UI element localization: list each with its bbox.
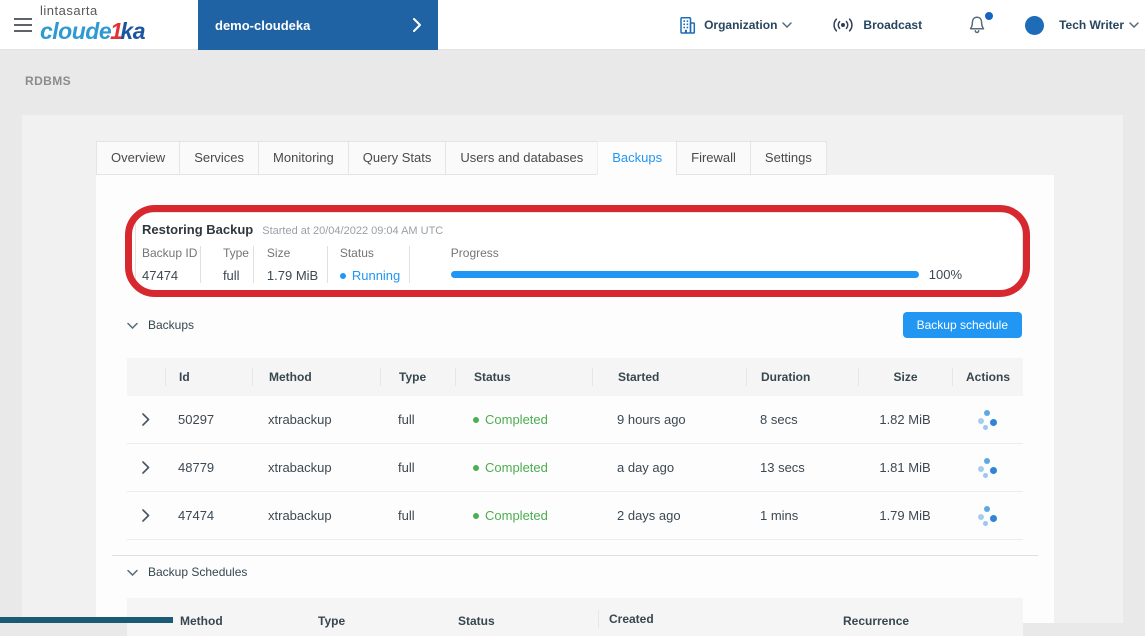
schedules-section-title: Backup Schedules [148,565,248,579]
backup-size: 1.82 MiB [879,412,931,427]
progress-bar [450,271,919,278]
tab-firewall[interactable]: Firewall [676,141,751,175]
notifications-button[interactable] [967,12,994,38]
restoring-field-backup-id: Backup ID 47474 [142,246,201,283]
chevron-right-icon [413,18,421,32]
status-dot [339,272,346,279]
backup-started: 2 days ago [617,508,681,523]
schedules-collapse-toggle[interactable]: Backup Schedules [127,565,247,579]
status-badge: Completed [455,412,592,427]
backup-type: full [398,508,415,523]
backup-method: xtrabackup [268,508,332,523]
tab-overview[interactable]: Overview [96,141,181,175]
brand-logo: lintasarta cloude1ka [40,3,146,44]
backup-duration: 1 mins [760,508,799,523]
user-avatar [1025,15,1045,35]
backup-type: full [398,412,415,427]
chevron-down-icon [127,569,138,576]
row-actions-icon[interactable] [977,505,998,527]
backup-id: 48779 [178,460,215,475]
restoring-field-type: Type full [201,246,254,283]
tab-bar: Overview Services Monitoring Query Stats… [96,141,827,175]
tab-settings[interactable]: Settings [749,141,827,175]
backup-size: 1.81 MiB [879,460,931,475]
top-header: lintasarta cloude1ka demo-cloudeka Organ… [0,0,1145,50]
backup-duration: 13 secs [760,460,805,475]
backup-id: 50297 [178,412,215,427]
notification-dot-badge [985,12,994,20]
backup-schedule-button[interactable]: Backup schedule [902,312,1022,338]
expand-column-header [127,368,165,386]
tab-monitoring[interactable]: Monitoring [258,141,349,175]
backup-duration: 8 secs [760,412,798,427]
backups-table: Id Method Type Status Started Duration S… [127,358,1023,540]
row-expand-chevron-icon[interactable] [127,413,165,426]
backup-method: xtrabackup [268,460,332,475]
organization-label: Organization [704,18,778,32]
status-dot [473,416,479,423]
status-dot [473,464,479,471]
user-name: Tech Writer [1059,18,1124,32]
backup-size: 1.79 MiB [879,508,931,523]
brand-product: cloude1ka [40,18,146,44]
row-actions-icon[interactable] [977,457,998,479]
backup-started: a day ago [617,460,675,475]
backup-type: full [398,460,415,475]
backup-method: xtrabackup [268,412,332,427]
backups-table-header: Id Method Type Status Started Duration S… [127,358,1023,396]
broadcast-menu[interactable]: Broadcast [830,17,927,33]
restoring-progress: Progress 100% [450,246,963,282]
main-card: Overview Services Monitoring Query Stats… [22,115,1123,636]
restoring-started-at: Started at 20/04/2022 09:04 AM UTC [262,225,444,237]
tab-backups[interactable]: Backups [597,141,678,175]
user-menu[interactable]: Tech Writer [1025,15,1139,35]
row-actions-icon[interactable] [977,409,998,431]
tab-content: Restoring Backup Started at 20/04/2022 0… [96,175,1054,636]
project-name: demo-cloudeka [215,17,311,33]
rdbms-backups-page: { "header": { "brand": { "company": "lin… [0,0,1145,636]
backup-started: 9 hours ago [617,412,686,427]
chevron-down-icon [782,22,793,28]
tab-query-stats[interactable]: Query Stats [347,141,447,175]
status-badge: Completed [455,460,592,475]
restoring-title: Restoring Backup [142,222,254,237]
breadcrumb: RDBMS [25,74,71,88]
status-badge: Completed [455,508,592,523]
restoring-backup-panel: Restoring Backup Started at 20/04/2022 0… [135,212,1023,291]
tab-services[interactable]: Services [179,141,260,175]
broadcast-label: Broadcast [863,18,923,32]
section-divider [112,555,1038,556]
table-row: 47474 xtrabackup full Completed 2 days a… [127,492,1023,540]
row-expand-chevron-icon[interactable] [127,461,165,474]
project-selector[interactable]: demo-cloudeka [198,0,438,50]
bottom-window-edge [0,617,173,623]
restoring-field-status: Status Running [328,246,410,283]
restoring-field-size: Size 1.79 MiB [254,246,328,283]
brand-company: lintasarta [40,3,98,18]
schedules-table-header: Method Type Status Created Recurrence [127,598,1023,636]
chevron-down-icon [127,322,138,329]
table-row: 48779 xtrabackup full Completed a day ag… [127,444,1023,492]
table-row: 50297 xtrabackup full Completed 9 hours … [127,396,1023,444]
organization-menu[interactable]: Organization [678,16,793,35]
restoring-stats: Backup ID 47474 Type full Size 1.79 MiB … [142,246,1022,283]
header-nav: Organization Broadcast Tech Writer [678,0,1139,50]
hamburger-menu-icon[interactable] [14,18,32,32]
backups-section-header: Backups Backup schedule [127,312,1022,338]
broadcast-icon [830,17,856,33]
row-expand-chevron-icon[interactable] [127,509,165,522]
organization-icon [678,16,697,35]
backup-id: 47474 [178,508,215,523]
backups-collapse-toggle[interactable]: Backups [127,318,194,332]
tab-users-and-databases[interactable]: Users and databases [445,141,599,175]
bell-icon [967,14,987,36]
progress-percent: 100% [928,267,963,282]
backups-section-title: Backups [148,318,195,332]
chevron-down-icon [1129,22,1139,28]
status-dot [473,512,479,519]
schedules-section-header: Backup Schedules [127,565,1022,579]
